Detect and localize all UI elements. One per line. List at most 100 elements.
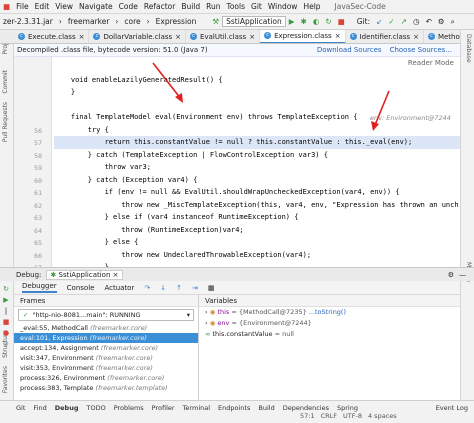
- download-sources-link[interactable]: Download Sources: [317, 46, 382, 54]
- breadcrumb-class[interactable]: Expression: [153, 17, 200, 26]
- stop-icon[interactable]: ■: [2, 318, 10, 326]
- stack-frame[interactable]: eval:101, Expression (freemarker.core): [14, 333, 198, 343]
- status-debug[interactable]: Debug: [55, 404, 79, 412]
- status-profiler[interactable]: Profiler: [152, 404, 175, 412]
- code-line[interactable]: }: [54, 86, 460, 99]
- menu-code[interactable]: Code: [116, 2, 141, 11]
- stack-frame[interactable]: process:383, Template (freemarker.templa…: [14, 383, 198, 393]
- expand-icon[interactable]: ›: [205, 308, 208, 316]
- code-line[interactable]: [54, 61, 460, 74]
- thread-select[interactable]: ✓ "http-nio-8081...main": RUNNING ▾: [18, 309, 194, 321]
- status-build[interactable]: Build: [258, 404, 274, 412]
- status-todo[interactable]: TODO: [86, 404, 105, 412]
- tab-execute[interactable]: c Execute.class ×: [14, 30, 90, 43]
- code-line[interactable]: void enableLazilyGeneratedResult() {: [54, 74, 460, 87]
- expand-icon[interactable]: ›: [205, 319, 208, 327]
- search-icon[interactable]: ⌕: [448, 17, 458, 27]
- menu-tools[interactable]: Tools: [224, 2, 248, 11]
- code-line[interactable]: } else {: [54, 236, 460, 249]
- pause-icon[interactable]: ‖: [2, 307, 10, 315]
- breadcrumb-package[interactable]: freemarker: [65, 17, 113, 26]
- code-line-current[interactable]: return this.constantValue != null ? this…: [54, 136, 460, 149]
- status-terminal[interactable]: Terminal: [183, 404, 210, 412]
- hammer-icon[interactable]: ⚒: [209, 17, 222, 26]
- settings-icon[interactable]: ⚙: [435, 17, 448, 26]
- tool-favorites[interactable]: Favorites: [2, 366, 9, 393]
- stack-frame[interactable]: visit:347, Environment (freemarker.core): [14, 353, 198, 363]
- breadcrumb-jar[interactable]: zer-2.3.31.jar: [0, 17, 56, 26]
- variable-tostring-link[interactable]: ...toString(): [309, 308, 346, 316]
- menu-edit[interactable]: Edit: [32, 2, 53, 11]
- step-into-icon[interactable]: ↓: [160, 284, 166, 292]
- stack-frame[interactable]: _eval:55, MethodCall (freemarker.core): [14, 323, 198, 333]
- code-line[interactable]: throw new UndeclaredThrowableException(v…: [54, 249, 460, 262]
- code-line[interactable]: throw (RuntimeException)var4;: [54, 224, 460, 237]
- menu-refactor[interactable]: Refactor: [141, 2, 178, 11]
- stack-frame[interactable]: process:326, Environment (freemarker.cor…: [14, 373, 198, 383]
- tool-commit[interactable]: Commit: [2, 70, 9, 94]
- cursor-position[interactable]: 57:1: [300, 412, 315, 420]
- debug-session-tab[interactable]: ✱ SstiApplication ×: [46, 269, 123, 280]
- step-out-icon[interactable]: ↑: [176, 284, 182, 292]
- code-line[interactable]: try {: [54, 124, 460, 137]
- indent-setting[interactable]: 4 spaces: [368, 412, 397, 420]
- stack-frame[interactable]: visit:353, Environment (freemarker.core): [14, 363, 198, 373]
- undo-icon[interactable]: ↶: [423, 17, 435, 26]
- tab-dollarvariable[interactable]: c DollarVariable.class ×: [89, 30, 187, 43]
- tab-evalutil[interactable]: c EvalUtil.class ×: [186, 30, 261, 43]
- refresh-icon[interactable]: ↻: [322, 17, 334, 26]
- close-icon[interactable]: ×: [413, 33, 419, 41]
- breadcrumb-subpackage[interactable]: core: [121, 17, 143, 26]
- menu-run[interactable]: Run: [203, 2, 223, 11]
- tool-database[interactable]: Database: [465, 34, 472, 63]
- menu-file[interactable]: File: [13, 2, 32, 11]
- choose-sources-link[interactable]: Choose Sources...: [390, 46, 452, 54]
- git-commit-icon[interactable]: ✓: [385, 17, 397, 26]
- tab-actuator[interactable]: Actuator: [104, 284, 134, 292]
- history-icon[interactable]: ◷: [410, 17, 423, 26]
- line-separator[interactable]: CRLF: [321, 412, 337, 420]
- debug-icon[interactable]: ✱: [298, 17, 310, 26]
- tab-debugger[interactable]: Debugger: [22, 282, 57, 293]
- code-line[interactable]: } catch (Exception var4) {: [54, 174, 460, 187]
- tab-console[interactable]: Console: [67, 284, 95, 292]
- code-line[interactable]: if (env != null && EvalUtil.shouldWrapUn…: [54, 186, 460, 199]
- menu-build[interactable]: Build: [178, 2, 203, 11]
- rerun-icon[interactable]: ↻: [2, 285, 10, 293]
- evaluate-icon[interactable]: ▦: [208, 284, 215, 292]
- settings-icon[interactable]: ⚙: [448, 271, 454, 279]
- variable-row[interactable]: › ◉ this = {MethodCall@7235} ...toString…: [199, 307, 460, 318]
- step-over-icon[interactable]: ↷: [144, 284, 150, 292]
- stack-frame[interactable]: accept:134, Assignment (freemarker.core): [14, 343, 198, 353]
- file-encoding[interactable]: UTF-8: [343, 412, 362, 420]
- coverage-icon[interactable]: ◐: [310, 17, 323, 26]
- minimize-icon[interactable]: —: [459, 271, 466, 279]
- code-line[interactable]: } else if (var4 instanceof RuntimeExcept…: [54, 211, 460, 224]
- code-editor[interactable]: void enableLazilyGeneratedResult() { } f…: [14, 57, 460, 267]
- run-config-select[interactable]: SstiApplication: [222, 16, 286, 27]
- git-update-icon[interactable]: ↙: [373, 17, 385, 26]
- code-line[interactable]: throw new _MiscTemplateException(this, v…: [54, 199, 460, 212]
- menu-window[interactable]: Window: [265, 2, 301, 11]
- run-to-cursor-icon[interactable]: ⇥: [192, 284, 198, 292]
- menu-help[interactable]: Help: [300, 2, 323, 11]
- status-event-log[interactable]: Event Log: [436, 404, 468, 412]
- variable-row[interactable]: ∞ this.constantValue = null: [199, 329, 460, 340]
- menu-git[interactable]: Git: [248, 2, 265, 11]
- variable-row[interactable]: › ◉ env = {Environment@7244}: [199, 318, 460, 329]
- run-icon[interactable]: ▶: [286, 17, 298, 26]
- code-line[interactable]: } catch (TemplateException | FlowControl…: [54, 149, 460, 162]
- status-dependencies[interactable]: Dependencies: [283, 404, 329, 412]
- git-push-icon[interactable]: ↗: [398, 17, 410, 26]
- tab-methodcall[interactable]: cMethodCall.class×: [424, 30, 460, 43]
- close-icon[interactable]: ×: [249, 33, 255, 41]
- status-endpoints[interactable]: Endpoints: [218, 404, 250, 412]
- resume-icon[interactable]: ▶: [2, 296, 10, 304]
- mute-breakpoints-icon[interactable]: ⊘: [2, 340, 10, 348]
- reader-mode-button[interactable]: Reader Mode: [408, 59, 454, 67]
- status-spring[interactable]: Spring: [337, 404, 358, 412]
- close-icon[interactable]: ×: [175, 33, 181, 41]
- tab-identifier[interactable]: c Identifier.class ×: [346, 30, 424, 43]
- breakpoints-icon[interactable]: ●: [2, 329, 10, 337]
- close-icon[interactable]: ×: [335, 32, 341, 40]
